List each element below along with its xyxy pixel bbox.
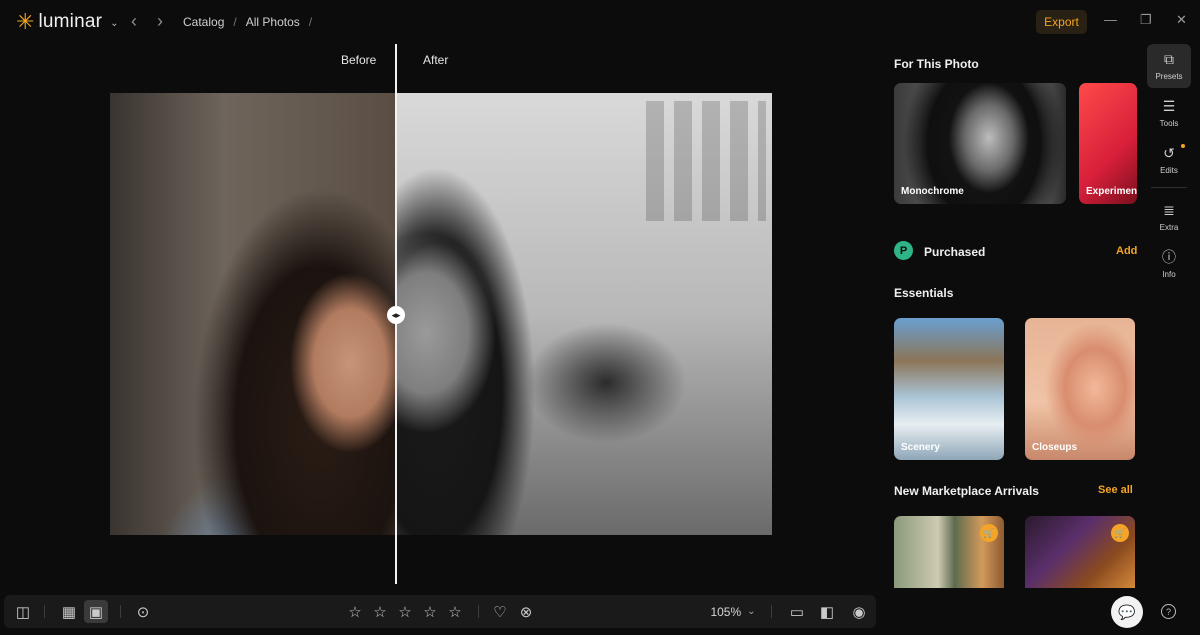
after-image [396,93,772,535]
essentials-title: Essentials [894,286,954,300]
breadcrumb-catalog[interactable]: Catalog [183,15,224,29]
rail-label: Presets [1155,71,1183,81]
purchased-title: Purchased [924,245,986,259]
preset-card-label: Experimental [1086,186,1137,197]
single-view-icon[interactable]: ▣ [84,600,108,623]
background-wall-art [646,101,766,221]
preset-card-monochrome[interactable]: Monochrome [894,83,1066,204]
bottom-toolbar: ◫ ▦ ▣ ⊙ ☆ ☆ ☆ ☆ ☆ ♡ ⊗ 105% ⌄ ▭ ◧ ◉ [4,595,876,628]
grid-view-icon[interactable]: ▦ [57,595,81,628]
see-all-link[interactable]: See all [1098,484,1133,496]
app-name: luminar [38,11,103,32]
purchased-icon: P [894,241,913,260]
after-label: After [423,53,449,67]
preset-card-label: Monochrome [901,186,964,197]
close-icon[interactable]: ✕ [1176,12,1187,28]
presets-icon: ⧉ [1164,50,1174,67]
photo-canvas[interactable] [110,93,772,535]
rail-label: Extra [1159,222,1179,232]
preview-eye-icon[interactable]: ◉ [847,595,871,628]
for-this-photo-title: For This Photo [894,57,979,71]
compare-split-icon[interactable]: ◧ [816,595,838,628]
help-icon[interactable]: ? [1161,604,1176,619]
toolbar-divider [44,605,45,618]
rail-info[interactable]: ⓘ Info [1147,242,1191,286]
rail-tools[interactable]: ☰ Tools [1147,91,1191,135]
preset-card-scenery[interactable]: Scenery [894,318,1004,460]
rating-star-4-icon[interactable]: ☆ [419,595,441,628]
marketplace-card-2[interactable]: 🛒 [1025,516,1135,588]
rating-star-3-icon[interactable]: ☆ [394,595,416,628]
toggle-panel-icon[interactable]: ◫ [10,595,36,628]
rail-divider [1151,187,1187,188]
zoom-value: 105% [710,604,742,619]
toolbar-divider [771,605,772,618]
info-icon: ⓘ [1162,248,1176,265]
preset-card-closeups[interactable]: Closeups [1025,318,1135,460]
chat-icon: 💬 [1118,603,1136,620]
history-icon: ↺ [1163,144,1175,161]
toolbar-divider [120,605,121,618]
rating-star-2-icon[interactable]: ☆ [369,595,391,628]
app-menu[interactable]: ✳ luminar ⌄ [16,11,119,33]
breadcrumb-separator: / [308,15,313,29]
favorite-heart-icon[interactable]: ♡ [489,595,511,628]
zoom-dropdown[interactable]: 105% ⌄ [708,595,758,628]
rail-label: Tools [1159,118,1179,128]
notification-dot [1181,144,1185,148]
rating-star-5-icon[interactable]: ☆ [444,595,466,628]
preset-card-label: Closeups [1032,442,1078,453]
breadcrumb: Catalog / All Photos / [183,15,312,29]
chevron-down-icon: ⌄ [747,606,756,617]
cart-icon: 🛒 [980,524,998,542]
chat-assistant-button[interactable]: 💬 [1111,596,1143,628]
restore-icon[interactable]: ❐ [1140,12,1152,28]
minimize-icon[interactable]: — [1104,12,1117,27]
breadcrumb-separator: / [233,15,237,29]
marketplace-title: New Marketplace Arrivals [894,484,1039,498]
cart-icon: 🛒 [1111,524,1129,542]
chevron-down-icon: ⌄ [110,17,119,29]
preset-card-label: Scenery [901,442,940,453]
rail-label: Edits [1160,165,1178,175]
fit-screen-icon[interactable]: ▭ [786,595,808,628]
before-image [110,93,396,535]
before-label: Before [341,53,377,67]
compare-handle-icon[interactable]: ◂▸ [387,306,405,324]
rating-star-1-icon[interactable]: ☆ [344,595,366,628]
rail-extra[interactable]: ≣ Extra [1147,195,1191,239]
rail-label: Info [1162,269,1176,279]
export-button[interactable]: Export [1036,10,1087,34]
list-icon: ≣ [1163,201,1175,218]
preset-card-experimental[interactable]: Experimental [1079,83,1137,204]
reject-icon[interactable]: ⊗ [515,595,537,628]
more-options-icon[interactable]: ⊙ [132,595,154,628]
back-arrow-icon[interactable]: ‹ [131,12,137,30]
toolbar-divider [478,605,479,618]
rail-presets[interactable]: ⧉ Presets [1147,44,1191,88]
top-bar: ✳ luminar ⌄ ‹ › Catalog / All Photos / E… [0,0,1200,44]
sun-star-icon: ✳ [16,9,35,34]
forward-arrow-icon[interactable]: › [157,12,163,30]
sliders-icon: ☰ [1162,97,1176,114]
purchased-add-link[interactable]: Add [1116,245,1137,257]
breadcrumb-all-photos[interactable]: All Photos [246,15,300,29]
marketplace-card-1[interactable]: 🛒 [894,516,1004,588]
